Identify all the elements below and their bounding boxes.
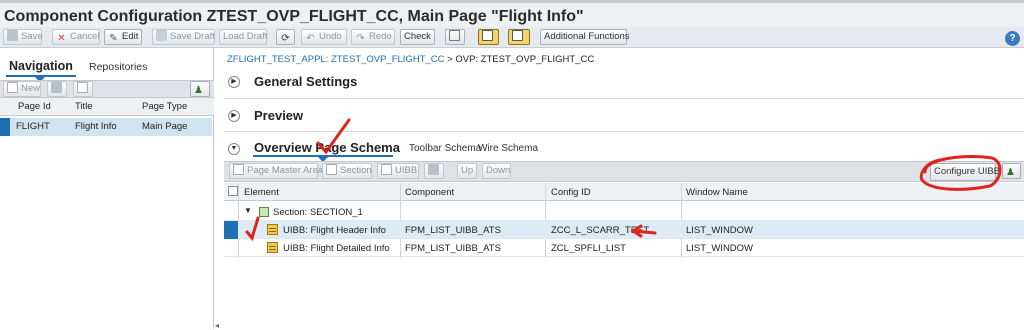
checkmark-annotation (316, 118, 351, 155)
arrow-annotation (630, 224, 657, 238)
circle-annotation (919, 155, 1002, 191)
checkmark-annotation (245, 216, 260, 242)
red-annotations (245, 118, 1002, 242)
